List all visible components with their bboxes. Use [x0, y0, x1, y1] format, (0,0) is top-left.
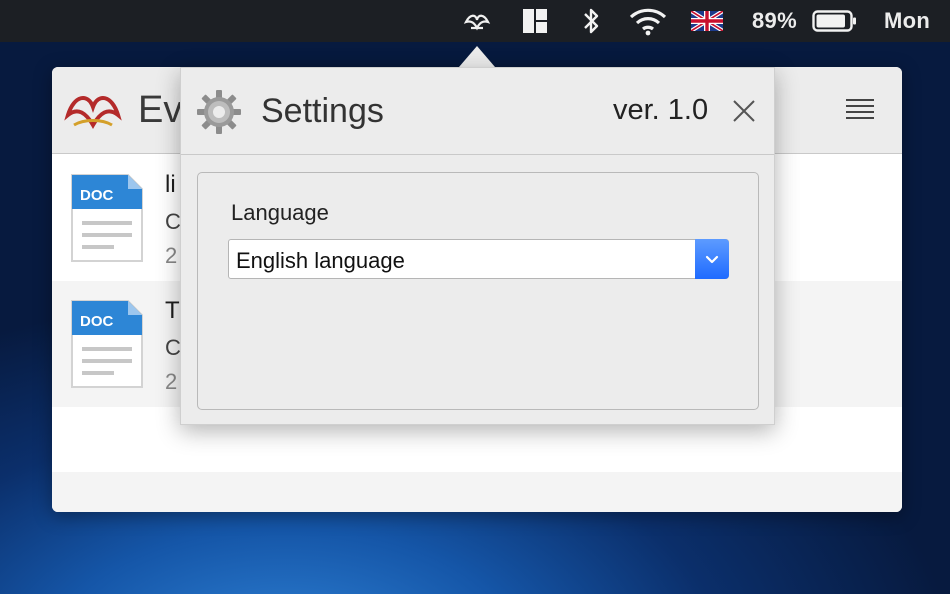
footer-strip [52, 472, 902, 512]
clock-label: Mon [884, 8, 931, 33]
bluetooth-icon[interactable] [577, 0, 605, 42]
wifi-icon[interactable] [626, 0, 670, 42]
settings-header: Settings ver. 1.0 [181, 68, 774, 155]
battery-percent-label: 89% [752, 8, 797, 33]
document-title: li [165, 171, 176, 198]
language-select[interactable]: English language [228, 239, 729, 279]
window-layout-icon[interactable] [518, 0, 552, 42]
app-status-icon[interactable] [458, 0, 496, 42]
battery-percent[interactable]: 89% [752, 0, 806, 42]
doc-file-icon: DOC [71, 174, 143, 262]
uk-flag-icon[interactable] [690, 0, 724, 42]
settings-popover: Settings ver. 1.0 Language English langu… [180, 67, 775, 425]
doc-icon-label: DOC [80, 187, 114, 204]
gear-icon [197, 90, 241, 134]
menu-bar: 89% Mon [0, 0, 950, 42]
language-panel: Language English language [197, 172, 759, 410]
popover-arrow [459, 46, 495, 67]
app-title: Ev [138, 89, 183, 131]
document-title: T [165, 297, 180, 324]
version-label: ver. 1.0 [613, 94, 709, 126]
language-select-value: English language [236, 248, 405, 273]
close-icon[interactable] [731, 98, 757, 124]
document-date: 2 [165, 369, 178, 394]
hamburger-menu-icon[interactable] [846, 97, 874, 121]
clock[interactable]: Mon [884, 0, 950, 42]
document-subtitle: C [165, 335, 181, 360]
battery-icon[interactable] [810, 0, 860, 42]
chevron-down-icon [705, 255, 719, 264]
document-subtitle: C [165, 209, 181, 234]
settings-title: Settings [261, 92, 384, 130]
doc-file-icon: DOC [71, 300, 143, 388]
select-dropdown-button[interactable] [695, 239, 729, 279]
battery-fill [816, 14, 845, 28]
language-label: Language [231, 200, 329, 225]
doc-icon-label: DOC [80, 313, 114, 330]
document-date: 2 [165, 243, 178, 268]
app-logo-icon [64, 96, 122, 129]
